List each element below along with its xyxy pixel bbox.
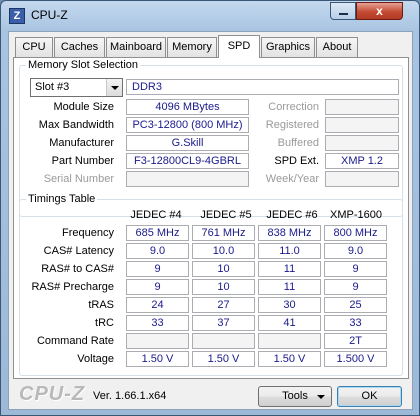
serial-number-field xyxy=(126,171,249,187)
tab-spd[interactable]: SPD xyxy=(218,35,260,58)
tab-about[interactable]: About xyxy=(316,37,358,57)
slot-select-value: Slot #3 xyxy=(35,81,70,93)
title-bar[interactable]: Z CPU-Z x xyxy=(1,1,419,29)
timing-cell: 800 MHz xyxy=(324,225,387,241)
chevron-down-icon xyxy=(317,395,325,399)
max-bandwidth-label: Max Bandwidth xyxy=(38,119,114,131)
timing-cell: 30 xyxy=(258,297,321,313)
spd-panel: Memory Slot Selection Slot #3 DDR3 Modul… xyxy=(13,57,409,379)
timing-cell: 9 xyxy=(126,261,189,277)
buffered-label: Buffered xyxy=(277,137,319,149)
timing-cell: 10 xyxy=(192,261,255,277)
buffered-field xyxy=(325,135,399,151)
timing-cell: 10.0 xyxy=(192,243,255,259)
timing-row-label: RAS# Precharge xyxy=(31,281,114,293)
timing-cell: 41 xyxy=(258,315,321,331)
timing-cell: 10 xyxy=(192,279,255,295)
slot-select[interactable]: Slot #3 xyxy=(30,78,123,97)
timing-row-label: Voltage xyxy=(77,353,114,365)
cpuz-window: Z CPU-Z x CPU Caches Mainboard Memory SP… xyxy=(0,0,420,416)
timing-cell: 1.50 V xyxy=(258,351,321,367)
module-size-label: Module Size xyxy=(53,101,114,113)
timing-cell: 11.0 xyxy=(258,243,321,259)
tab-caches[interactable]: Caches xyxy=(54,37,105,57)
timing-cell: 9.0 xyxy=(324,243,387,259)
max-bandwidth-field: PC3-12800 (800 MHz) xyxy=(126,117,249,133)
timing-row-label: Frequency xyxy=(62,227,114,239)
timing-cell xyxy=(192,333,255,349)
timing-row-label: RAS# to CAS# xyxy=(41,263,114,275)
spd-ext-field: XMP 1.2 xyxy=(325,153,399,169)
minimize-button[interactable] xyxy=(330,2,356,20)
timing-cell: 1.50 V xyxy=(126,351,189,367)
timing-cell: 27 xyxy=(192,297,255,313)
week-year-field xyxy=(325,171,399,187)
part-number-label: Part Number xyxy=(51,155,114,167)
timing-cell: 33 xyxy=(324,315,387,331)
timing-column-header: JEDEC #5 xyxy=(200,209,252,221)
timing-cell: 838 MHz xyxy=(258,225,321,241)
timing-row-label: tRC xyxy=(95,317,114,329)
tab-cpu[interactable]: CPU xyxy=(15,37,53,57)
tools-button[interactable]: Tools xyxy=(258,386,332,407)
memory-slot-selection-legend: Memory Slot Selection xyxy=(28,59,139,71)
timing-cell: 9.0 xyxy=(126,243,189,259)
timing-row-label: tRAS xyxy=(88,299,114,311)
week-year-label: Week/Year xyxy=(265,173,319,185)
timing-cell: 33 xyxy=(126,315,189,331)
tab-mainboard[interactable]: Mainboard xyxy=(106,37,166,57)
timing-cell xyxy=(258,333,321,349)
close-button[interactable]: x xyxy=(356,2,403,20)
timing-cell: 11 xyxy=(258,261,321,277)
tab-memory[interactable]: Memory xyxy=(167,37,217,57)
timing-cell: 9 xyxy=(324,279,387,295)
timing-cell: 2T xyxy=(324,333,387,349)
tab-graphics[interactable]: Graphics xyxy=(261,37,315,57)
correction-field xyxy=(325,99,399,115)
timings-table-legend: Timings Table xyxy=(28,193,96,205)
chevron-down-icon[interactable] xyxy=(106,79,122,96)
timing-cell: 761 MHz xyxy=(192,225,255,241)
timing-cell: 11 xyxy=(258,279,321,295)
part-number-field: F3-12800CL9-4GBRL xyxy=(126,153,249,169)
client-area: CPU Caches Mainboard Memory SPD Graphics… xyxy=(8,31,413,410)
manufacturer-label: Manufacturer xyxy=(49,137,114,149)
timing-cell: 9 xyxy=(324,261,387,277)
window-title: CPU-Z xyxy=(31,8,68,22)
manufacturer-field: G.Skill xyxy=(126,135,249,151)
correction-label: Correction xyxy=(268,101,319,113)
spd-ext-label: SPD Ext. xyxy=(274,155,319,167)
timing-cell: 24 xyxy=(126,297,189,313)
cpuz-app-icon[interactable]: Z xyxy=(9,8,25,24)
timing-cell: 1.500 V xyxy=(324,351,387,367)
registered-field xyxy=(325,117,399,133)
timing-column-header: JEDEC #4 xyxy=(130,209,182,221)
serial-number-label: Serial Number xyxy=(43,173,114,185)
timing-cell: 9 xyxy=(126,279,189,295)
timing-cell: 37 xyxy=(192,315,255,331)
ok-button[interactable]: OK xyxy=(337,386,402,407)
memory-type-field: DDR3 xyxy=(126,79,399,95)
timing-row-label: CAS# Latency xyxy=(43,245,114,257)
version-label: Ver. 1.66.1.x64 xyxy=(93,390,167,402)
cpuz-logo: CPU-Z xyxy=(19,383,86,405)
timing-column-header: XMP-1600 xyxy=(330,209,382,221)
registered-label: Registered xyxy=(265,119,319,131)
tools-button-label: Tools xyxy=(282,390,308,402)
timing-cell xyxy=(126,333,189,349)
module-size-field: 4096 MBytes xyxy=(126,99,249,115)
timing-cell: 25 xyxy=(324,297,387,313)
timing-cell: 1.50 V xyxy=(192,351,255,367)
timing-row-label: Command Rate xyxy=(36,335,114,347)
timing-cell: 685 MHz xyxy=(126,225,189,241)
